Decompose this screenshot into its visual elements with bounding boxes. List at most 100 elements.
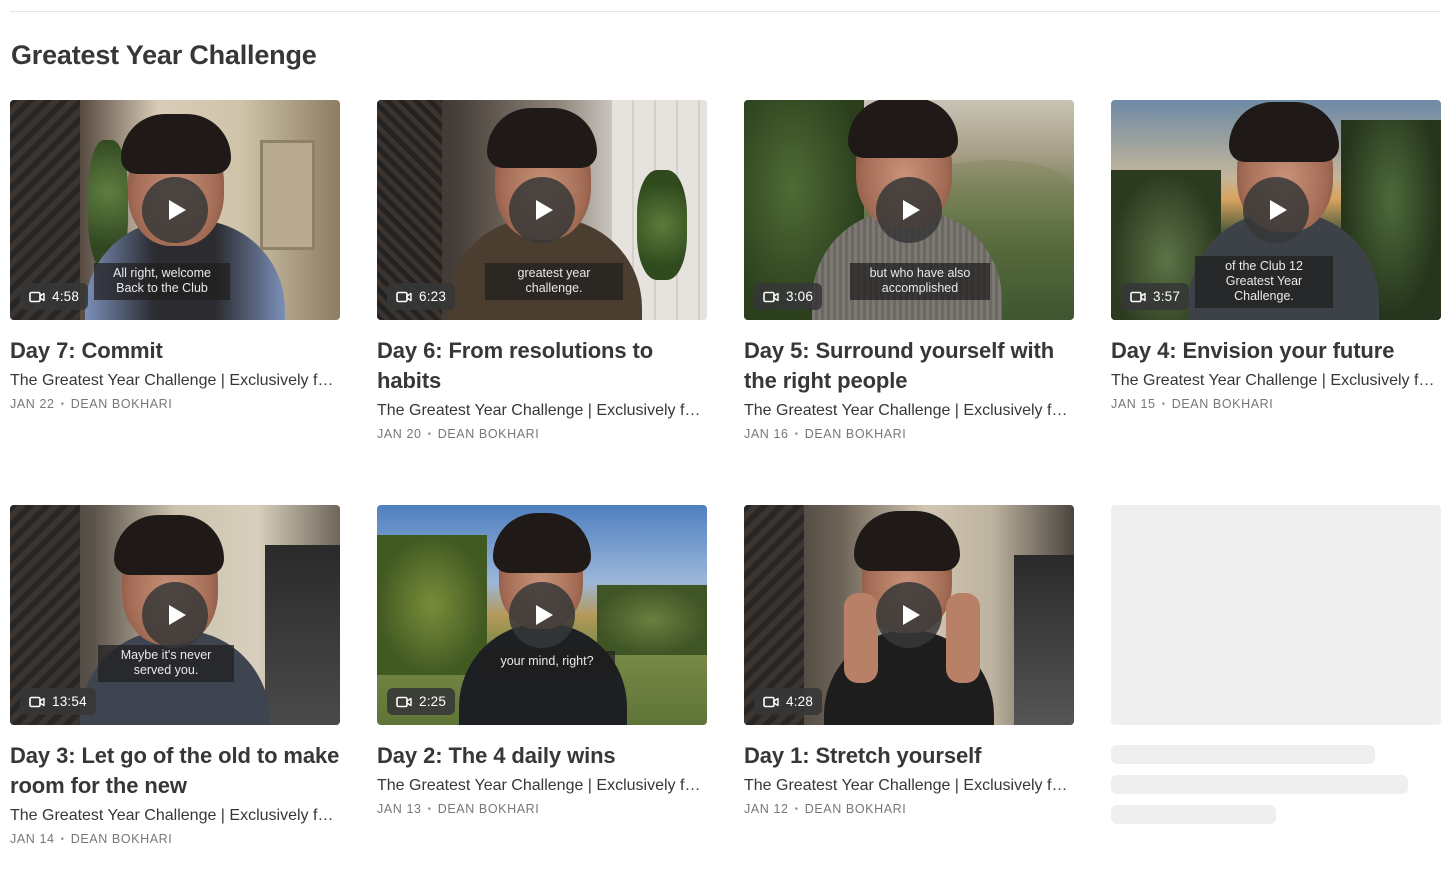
video-camera-icon	[396, 291, 412, 302]
play-button[interactable]	[509, 177, 575, 243]
video-camera-icon	[763, 696, 779, 707]
video-thumbnail[interactable]: but who have also accomplished 3:06	[744, 100, 1074, 320]
post-date: JAN 13	[377, 802, 422, 816]
video-card: of the Club 12 Greatest Year Challenge. …	[1111, 100, 1441, 505]
video-card: All right, welcome Back to the Club 4:58…	[10, 100, 340, 505]
play-icon	[903, 605, 920, 625]
post-meta: JAN 15 • DEAN BOKHARI	[1111, 397, 1441, 411]
post-title[interactable]: Day 4: Envision your future	[1111, 336, 1441, 366]
post-author[interactable]: DEAN BOKHARI	[71, 832, 173, 846]
post-meta: JAN 22 • DEAN BOKHARI	[10, 397, 340, 411]
video-camera-icon	[29, 696, 45, 707]
duration-badge: 4:58	[20, 283, 89, 310]
meta-separator: •	[794, 428, 799, 440]
meta-separator: •	[60, 398, 65, 410]
play-icon	[169, 200, 186, 220]
video-card: Maybe it's never served you. 13:54 Day 3…	[10, 505, 340, 885]
post-subtitle[interactable]: The Greatest Year Challenge | Exclusivel…	[377, 774, 707, 798]
post-author[interactable]: DEAN BOKHARI	[805, 802, 907, 816]
video-caption: your mind, right?	[479, 651, 615, 673]
post-title[interactable]: Day 6: From resolutions to habits	[377, 336, 707, 396]
duration-badge: 3:06	[754, 283, 823, 310]
video-card: your mind, right? 2:25 Day 2: The 4 dail…	[377, 505, 707, 885]
duration-badge: 3:57	[1121, 283, 1190, 310]
post-date: JAN 20	[377, 427, 422, 441]
video-card: greatest year challenge. 6:23 Day 6: Fro…	[377, 100, 707, 505]
video-camera-icon	[1130, 291, 1146, 302]
video-thumbnail[interactable]: All right, welcome Back to the Club 4:58	[10, 100, 340, 320]
post-title[interactable]: Day 5: Surround yourself with the right …	[744, 336, 1074, 396]
video-camera-icon	[396, 696, 412, 707]
meta-separator: •	[427, 428, 432, 440]
post-date: JAN 16	[744, 427, 789, 441]
duration-badge: 2:25	[387, 688, 456, 715]
duration-text: 13:54	[52, 694, 87, 709]
meta-separator: •	[427, 803, 432, 815]
duration-badge: 4:28	[754, 688, 823, 715]
section-title: Greatest Year Challenge	[11, 40, 317, 70]
play-button[interactable]	[1243, 177, 1309, 243]
duration-text: 3:06	[786, 289, 814, 304]
play-button[interactable]	[142, 582, 208, 648]
video-caption: but who have also accomplished	[850, 263, 990, 300]
skeleton-line	[1111, 775, 1408, 794]
meta-separator: •	[794, 803, 799, 815]
meta-separator: •	[1161, 398, 1166, 410]
post-author[interactable]: DEAN BOKHARI	[71, 397, 173, 411]
play-icon	[169, 605, 186, 625]
post-author[interactable]: DEAN BOKHARI	[438, 427, 540, 441]
duration-badge: 13:54	[20, 688, 96, 715]
post-date: JAN 12	[744, 802, 789, 816]
skeleton-line	[1111, 745, 1375, 764]
post-subtitle[interactable]: The Greatest Year Challenge | Exclusivel…	[377, 399, 707, 423]
post-meta: JAN 12 • DEAN BOKHARI	[744, 802, 1074, 816]
post-meta: JAN 16 • DEAN BOKHARI	[744, 427, 1074, 441]
post-subtitle[interactable]: The Greatest Year Challenge | Exclusivel…	[1111, 369, 1441, 393]
post-title[interactable]: Day 3: Let go of the old to make room fo…	[10, 741, 340, 801]
play-button[interactable]	[876, 582, 942, 648]
post-date: JAN 22	[10, 397, 55, 411]
top-divider	[10, 11, 1440, 12]
duration-text: 3:57	[1153, 289, 1181, 304]
post-author[interactable]: DEAN BOKHARI	[805, 427, 907, 441]
play-button[interactable]	[142, 177, 208, 243]
play-icon	[536, 200, 553, 220]
post-meta: JAN 14 • DEAN BOKHARI	[10, 832, 340, 846]
video-thumbnail[interactable]: 4:28	[744, 505, 1074, 725]
post-subtitle[interactable]: The Greatest Year Challenge | Exclusivel…	[744, 399, 1074, 423]
duration-text: 6:23	[419, 289, 447, 304]
skeleton-line	[1111, 805, 1276, 824]
video-card: 4:28 Day 1: Stretch yourself The Greates…	[744, 505, 1074, 885]
post-title[interactable]: Day 7: Commit	[10, 336, 340, 366]
play-button[interactable]	[509, 582, 575, 648]
video-caption: All right, welcome Back to the Club	[94, 263, 230, 300]
play-icon	[903, 200, 920, 220]
video-grid: All right, welcome Back to the Club 4:58…	[10, 100, 1441, 885]
play-icon	[1270, 200, 1287, 220]
post-author[interactable]: DEAN BOKHARI	[438, 802, 540, 816]
video-camera-icon	[29, 291, 45, 302]
duration-text: 4:28	[786, 694, 814, 709]
loading-card-skeleton	[1111, 505, 1441, 885]
video-caption: of the Club 12 Greatest Year Challenge.	[1195, 256, 1333, 308]
post-subtitle[interactable]: The Greatest Year Challenge | Exclusivel…	[10, 369, 340, 393]
video-thumbnail[interactable]: your mind, right? 2:25	[377, 505, 707, 725]
meta-separator: •	[60, 833, 65, 845]
duration-badge: 6:23	[387, 283, 456, 310]
play-icon	[536, 605, 553, 625]
post-subtitle[interactable]: The Greatest Year Challenge | Exclusivel…	[10, 804, 340, 828]
post-subtitle[interactable]: The Greatest Year Challenge | Exclusivel…	[744, 774, 1074, 798]
video-caption: greatest year challenge.	[485, 263, 623, 300]
video-camera-icon	[763, 291, 779, 302]
video-thumbnail[interactable]: of the Club 12 Greatest Year Challenge. …	[1111, 100, 1441, 320]
post-title[interactable]: Day 2: The 4 daily wins	[377, 741, 707, 771]
post-title[interactable]: Day 1: Stretch yourself	[744, 741, 1074, 771]
post-author[interactable]: DEAN BOKHARI	[1172, 397, 1274, 411]
play-button[interactable]	[876, 177, 942, 243]
video-thumbnail[interactable]: greatest year challenge. 6:23	[377, 100, 707, 320]
video-caption: Maybe it's never served you.	[98, 645, 234, 682]
video-thumbnail[interactable]: Maybe it's never served you. 13:54	[10, 505, 340, 725]
post-meta: JAN 20 • DEAN BOKHARI	[377, 427, 707, 441]
duration-text: 2:25	[419, 694, 447, 709]
post-meta: JAN 13 • DEAN BOKHARI	[377, 802, 707, 816]
